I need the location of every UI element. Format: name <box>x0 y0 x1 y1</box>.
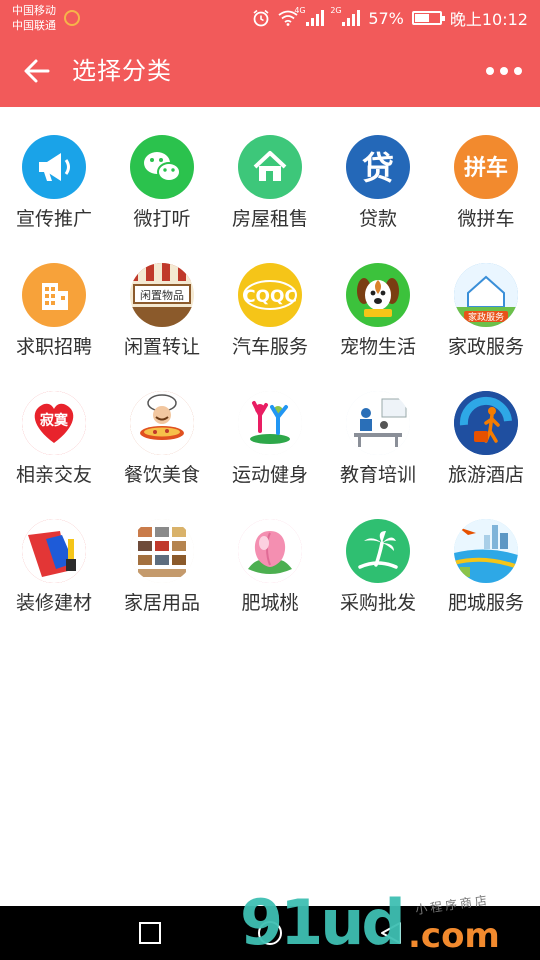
watermark-suffix: .com <box>408 916 500 956</box>
category-label: 微打听 <box>133 208 191 230</box>
wechat-icon <box>130 135 194 199</box>
category-label: 闲置转让 <box>123 336 200 358</box>
category-item[interactable]: 微打听 <box>108 118 216 246</box>
category-label: 相亲交友 <box>15 464 92 486</box>
title-bar: 选择分类 <box>0 36 540 107</box>
category-label: 餐饮美食 <box>123 464 200 486</box>
signal-1-icon: 4G <box>294 6 325 26</box>
category-label: 采购批发 <box>339 592 416 614</box>
category-label: 宠物生活 <box>339 336 416 358</box>
category-item[interactable]: 餐饮美食 <box>108 374 216 502</box>
classroom-icon <box>346 391 410 455</box>
category-label: 旅游酒店 <box>447 464 524 486</box>
carrier-1: 中国移动 <box>12 4 56 17</box>
category-item[interactable]: 装修建材 <box>0 502 108 630</box>
square-recent-icon[interactable] <box>139 922 161 944</box>
category-item[interactable]: 寂寞 相亲交友 <box>0 374 108 502</box>
more-dots-icon[interactable] <box>486 62 522 80</box>
svg-text:拼车: 拼车 <box>464 155 508 181</box>
svg-text:寂寞: 寂寞 <box>40 412 69 429</box>
category-grid: 宣传推广 微打听 房屋租售贷贷款 拼车 微拼车 求职招聘 闲置物品 闲置转让 CQQC 汽车服务宠… <box>0 118 540 630</box>
paint-icon <box>22 519 86 583</box>
palm-island-icon <box>346 519 410 583</box>
category-item[interactable]: 拼车 微拼车 <box>432 118 540 246</box>
category-label: 家居用品 <box>123 592 200 614</box>
category-label: 宣传推广 <box>15 208 92 230</box>
housekeeping-icon: 家政服务 <box>454 263 518 327</box>
chef-icon <box>130 391 194 455</box>
network-1-label: 4G <box>294 6 306 15</box>
status-indicators: 4G 2G 57% 晚上10:12 <box>252 6 528 30</box>
watermark-main: 91ud <box>240 886 406 959</box>
svg-text:闲置物品: 闲置物品 <box>140 288 184 302</box>
house-icon <box>238 135 302 199</box>
category-label: 教育培训 <box>339 464 416 486</box>
svg-text:CQQC: CQQC <box>243 287 297 307</box>
app-header-background: 中国移动 中国联通 4G 2G 57% 晚上10:12 选择分类 <box>0 0 540 107</box>
status-bar: 中国移动 中国联通 4G 2G 57% 晚上10:12 <box>0 0 540 36</box>
battery-icon <box>411 11 445 25</box>
hd-call-icon <box>64 10 80 26</box>
signal-2-icon: 2G <box>330 6 361 26</box>
carrier-2: 中国联通 <box>12 19 56 32</box>
category-label: 微拼车 <box>457 208 515 230</box>
peach-icon <box>238 519 302 583</box>
alarm-icon <box>253 9 269 27</box>
dog-icon <box>346 263 410 327</box>
svg-text:家政服务: 家政服务 <box>468 311 504 323</box>
market-stall-icon: 闲置物品 <box>130 263 194 327</box>
heart-icon: 寂寞 <box>22 391 86 455</box>
category-item[interactable]: 闲置物品 闲置转让 <box>108 246 216 374</box>
category-item[interactable]: 运动健身 <box>216 374 324 502</box>
building-icon <box>22 263 86 327</box>
travel-icon <box>454 391 518 455</box>
category-item[interactable]: 教育培训 <box>324 374 432 502</box>
category-label: 房屋租售 <box>231 208 308 230</box>
category-item[interactable]: 房屋租售 <box>216 118 324 246</box>
category-item[interactable]: 肥城桃 <box>216 502 324 630</box>
carrier-info: 中国移动 中国联通 <box>12 3 56 33</box>
battery-percent: 57% <box>368 8 404 28</box>
category-item[interactable]: 采购批发 <box>324 502 432 630</box>
category-label: 汽车服务 <box>231 336 308 358</box>
category-item[interactable]: 求职招聘 <box>0 246 108 374</box>
category-item[interactable]: 宣传推广 <box>0 118 108 246</box>
category-item[interactable]: 肥城服务 <box>432 502 540 630</box>
city-icon <box>454 519 518 583</box>
category-item[interactable]: 宠物生活 <box>324 246 432 374</box>
furniture-icon <box>130 519 194 583</box>
carpool-icon: 拼车 <box>454 135 518 199</box>
svg-text:贷: 贷 <box>362 149 394 187</box>
category-item[interactable]: CQQC 汽车服务 <box>216 246 324 374</box>
category-label: 运动健身 <box>231 464 308 486</box>
category-label: 贷款 <box>358 208 397 230</box>
category-label: 装修建材 <box>15 592 92 614</box>
category-label: 求职招聘 <box>15 336 92 358</box>
clock: 晚上10:12 <box>449 10 528 29</box>
page-title: 选择分类 <box>72 57 172 85</box>
arrow-left-icon[interactable] <box>20 54 54 88</box>
category-label: 肥城桃 <box>241 592 299 614</box>
site-watermark: 91ud 小程序商店 .com <box>240 888 540 960</box>
cqqc-logo-icon: CQQC <box>238 263 302 327</box>
network-2-label: 2G <box>330 6 342 15</box>
fitness-icon <box>238 391 302 455</box>
category-label: 家政服务 <box>447 336 524 358</box>
category-item[interactable]: 贷贷款 <box>324 118 432 246</box>
megaphone-icon <box>22 135 86 199</box>
category-label: 肥城服务 <box>447 592 524 614</box>
category-item[interactable]: 旅游酒店 <box>432 374 540 502</box>
loan-icon: 贷 <box>346 135 410 199</box>
category-item[interactable]: 家政服务 家政服务 <box>432 246 540 374</box>
category-item[interactable]: 家居用品 <box>108 502 216 630</box>
watermark-tagline: 小程序商店 <box>414 892 491 918</box>
